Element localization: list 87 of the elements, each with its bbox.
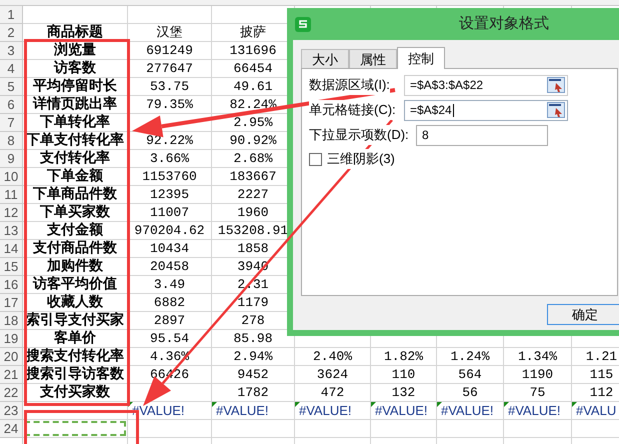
- table-cell: 3624: [295, 366, 371, 384]
- table-cell: 访客数: [23, 60, 128, 78]
- tab[interactable]: 属性: [349, 49, 397, 68]
- table-cell: 132: [371, 384, 437, 402]
- table-cell: 支付商品件数: [23, 240, 128, 258]
- number-field[interactable]: 8: [416, 124, 548, 146]
- checkbox[interactable]: [309, 152, 322, 166]
- range-field[interactable]: =$A$3:$A$22: [404, 74, 568, 96]
- checkbox-label: 三维阴影(3): [327, 149, 395, 169]
- table-cell: 56: [437, 384, 504, 402]
- table-cell: 下单买家数: [23, 204, 128, 222]
- table-cell: 2897: [128, 312, 212, 330]
- table-cell: 搜索支付转化率: [23, 348, 128, 366]
- field-label: 数据源区域(I):: [309, 75, 390, 95]
- table-cell: 1782: [212, 384, 295, 402]
- table-cell: 2.40%: [295, 348, 371, 366]
- table-cell: 1.24%: [437, 348, 504, 366]
- range-field[interactable]: =$A$24: [404, 100, 568, 120]
- table-cell: 3.66%: [128, 150, 212, 168]
- table-cell: 110: [371, 366, 437, 384]
- table-cell: 564: [437, 366, 504, 384]
- table-cell: 53.75: [128, 78, 212, 96]
- table-cell: 支付买家数: [23, 384, 128, 402]
- table-cell: 1.82%: [371, 348, 437, 366]
- table-cell: 1190: [504, 366, 572, 384]
- table-cell: 商品标题: [23, 24, 128, 42]
- error-flag-icon: [437, 402, 442, 407]
- range-picker-icon[interactable]: [547, 102, 565, 118]
- table-cell: 2.94%: [212, 348, 295, 366]
- table-cell: #VALUE!: [371, 402, 437, 420]
- text-cursor: [452, 104, 454, 116]
- table-cell: 79.35%: [128, 96, 212, 114]
- table-cell: 95.54: [128, 330, 212, 348]
- table-cell: 收藏人数: [23, 294, 128, 312]
- table-cell: 下单支付转化率: [23, 132, 128, 150]
- table-cell: 1153760: [128, 168, 212, 186]
- table-cell: #VALUE!: [504, 402, 572, 420]
- ok-button[interactable]: 确定: [547, 304, 619, 325]
- table-cell: #VALUE!: [212, 402, 295, 420]
- field-value: 8: [422, 127, 429, 144]
- tab[interactable]: 大小: [301, 49, 349, 68]
- table-cell: 详情页跳出率: [23, 96, 128, 114]
- table-cell: 客单价: [23, 330, 128, 348]
- error-flag-icon: [371, 402, 376, 407]
- dialog-title: 设置对象格式: [459, 14, 549, 34]
- error-flag-icon: [572, 402, 577, 407]
- table-cell: 112: [572, 384, 619, 402]
- table-cell: 9452: [212, 366, 295, 384]
- table-cell: 115: [572, 366, 619, 384]
- error-flag-icon: [295, 402, 300, 407]
- table-cell: 691249: [128, 42, 212, 60]
- table-cell: 75: [504, 384, 572, 402]
- table-cell: #VALU: [572, 402, 619, 420]
- table-cell: 搜索引导访客数: [23, 366, 128, 384]
- table-cell: 索引导支付买家: [23, 312, 128, 330]
- error-flag-icon: [212, 402, 217, 407]
- range-picker-icon[interactable]: [547, 77, 565, 93]
- table-cell: 下单转化率: [23, 114, 128, 132]
- table-cell: 下单金额: [23, 168, 128, 186]
- table-cell: 20458: [128, 258, 212, 276]
- table-cell: 472: [295, 384, 371, 402]
- table-cell: 浏览量: [23, 42, 128, 60]
- table-cell: 10434: [128, 240, 212, 258]
- table-cell: 277647: [128, 60, 212, 78]
- table-cell: 访客平均价值: [23, 276, 128, 294]
- field-value: =$A$24: [410, 102, 452, 119]
- table-cell: 平均停留时长: [23, 78, 128, 96]
- table-cell: 12395: [128, 186, 212, 204]
- tab[interactable]: 控制: [397, 47, 445, 69]
- app-logo-icon: [295, 16, 311, 32]
- field-label: 单元格链接(C):: [309, 100, 396, 120]
- table-cell: 11007: [128, 204, 212, 222]
- table-cell: 970204.62: [128, 222, 212, 240]
- table-cell: 1.21: [572, 348, 619, 366]
- error-flag-icon: [504, 402, 509, 407]
- table-cell: 下单商品件数: [23, 186, 128, 204]
- table-cell: 6882: [128, 294, 212, 312]
- table-cell: #VALUE!: [295, 402, 371, 420]
- table-cell: 支付金额: [23, 222, 128, 240]
- table-cell: 支付转化率: [23, 150, 128, 168]
- table-cell: #VALUE!: [437, 402, 504, 420]
- field-value: =$A$3:$A$22: [410, 77, 484, 94]
- table-cell: 3.49: [128, 276, 212, 294]
- table-cell: 加购件数: [23, 258, 128, 276]
- field-label: 下拉显示项数(D):: [309, 125, 409, 145]
- table-cell: 汉堡: [128, 24, 212, 42]
- table-cell: 1.34%: [504, 348, 572, 366]
